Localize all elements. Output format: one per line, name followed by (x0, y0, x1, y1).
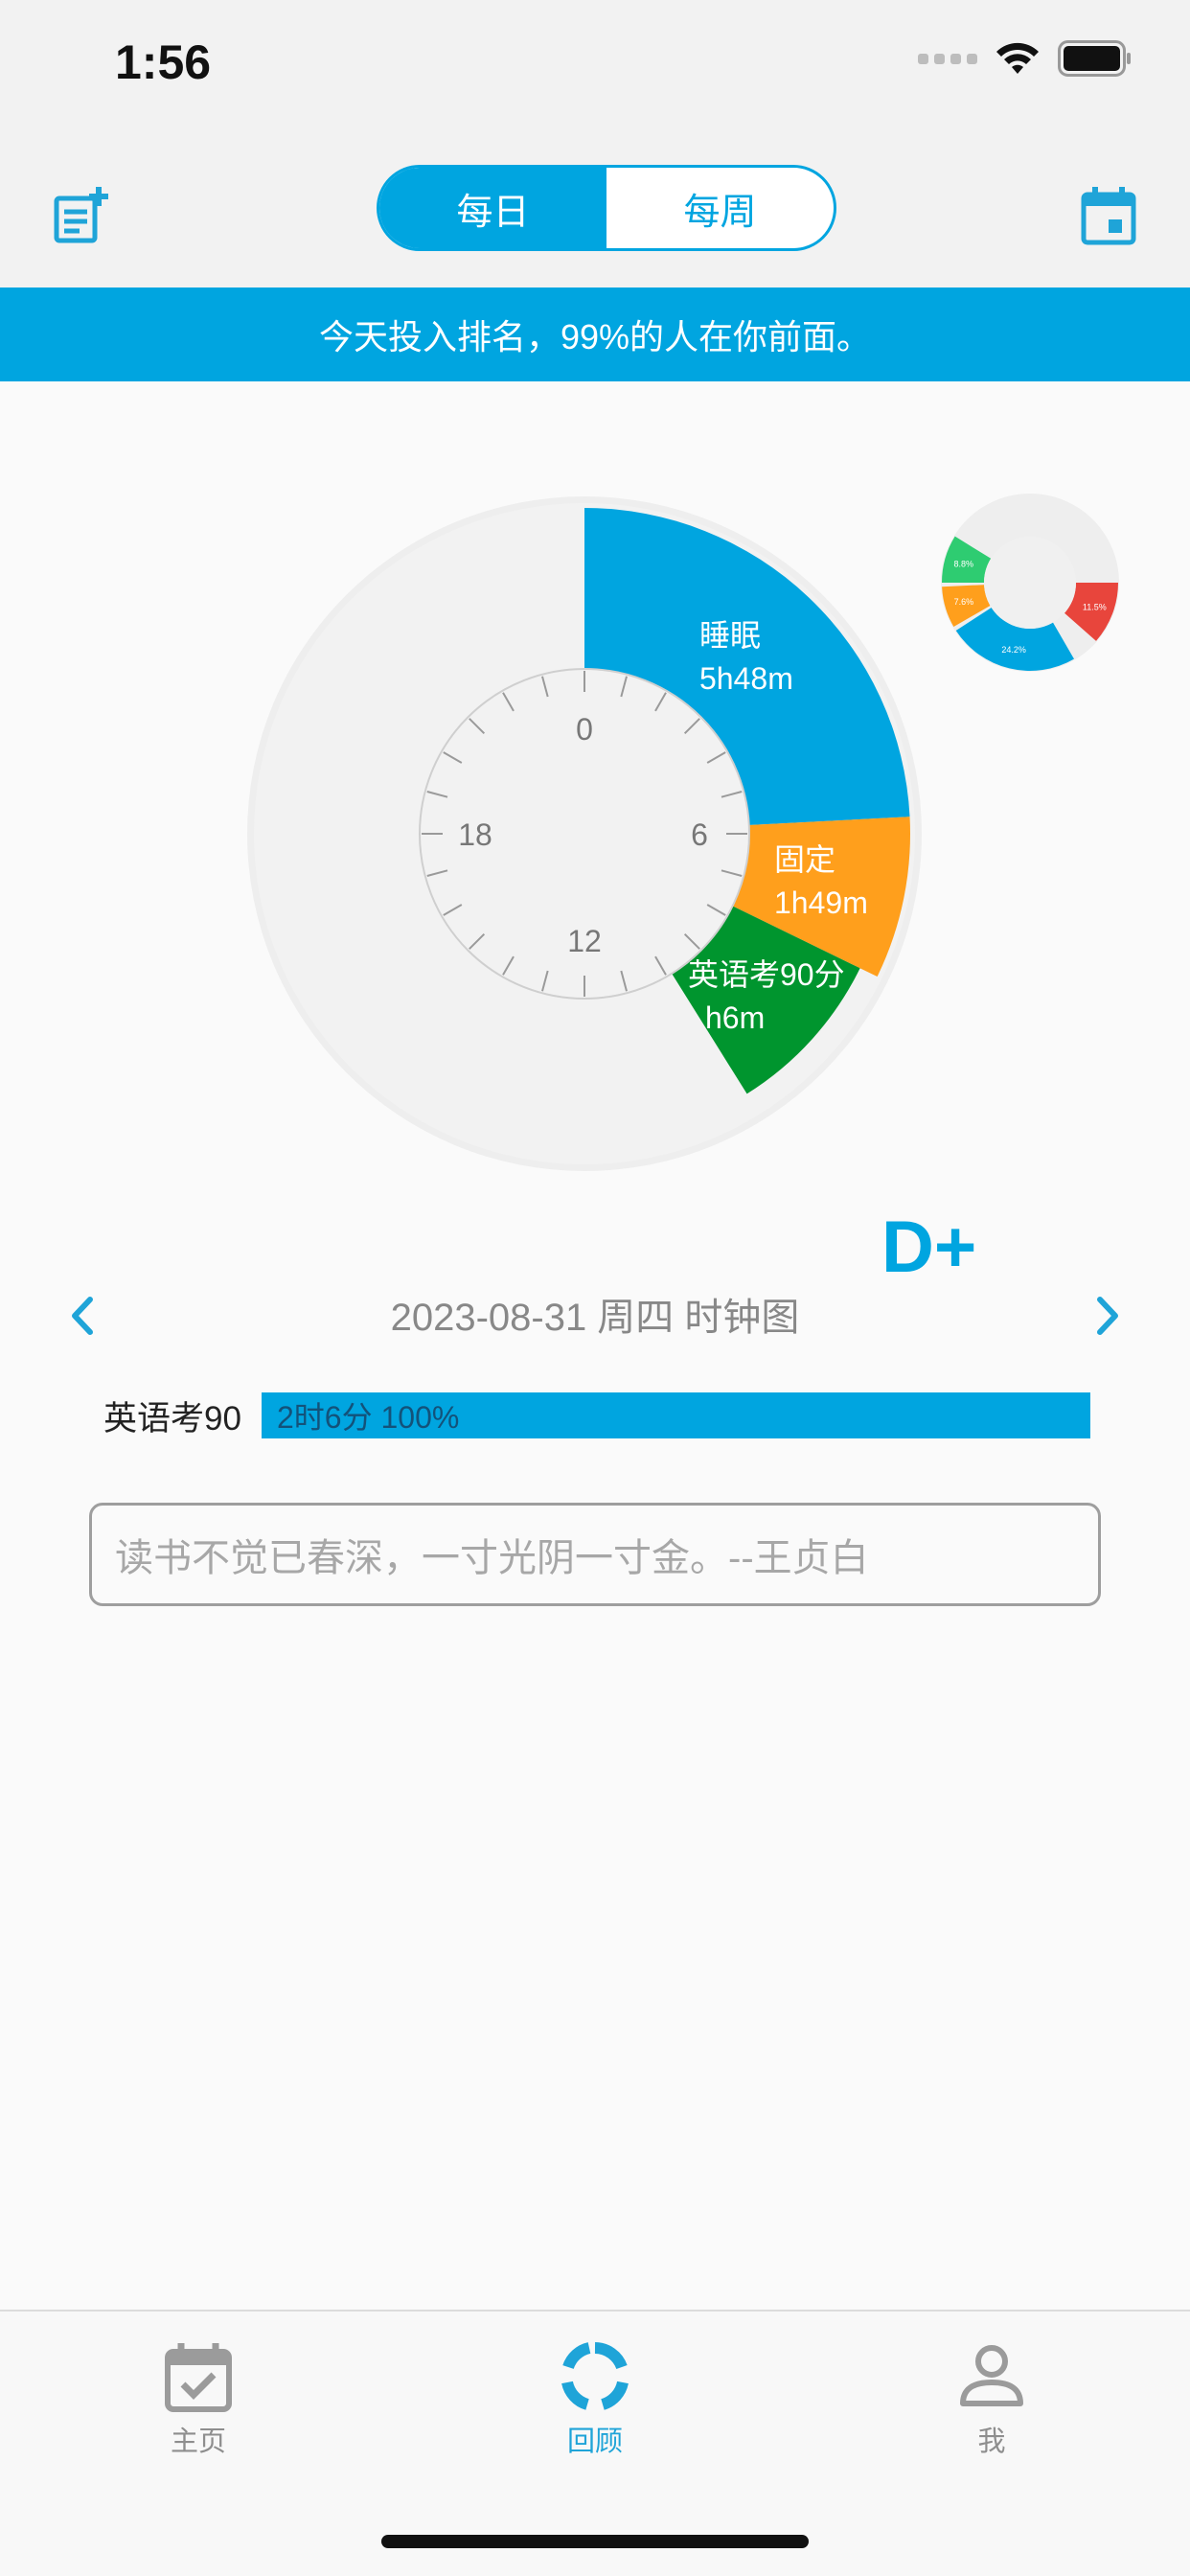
nav-bar: 每日 每周 (0, 144, 1190, 288)
calendar-check-icon (165, 2343, 232, 2412)
donut-slice-label: 11.5% (1083, 602, 1107, 611)
person-icon (960, 2345, 1023, 2406)
status-bar: 1:56 (0, 0, 1190, 144)
date-navigator: 2023-08-31 周四 时钟图 (0, 1263, 1190, 1359)
tab-review[interactable]: 回顾 (499, 2340, 691, 2459)
tab-review-label: 回顾 (566, 2426, 623, 2457)
donut-slice-label: 8.8% (953, 559, 973, 568)
cellular-signal-icon (918, 53, 977, 64)
segment-duration-sleep: 5h48m (699, 661, 793, 696)
calendar-icon (1081, 187, 1136, 245)
period-segmented-control: 每日 每周 (377, 165, 836, 251)
donut-slice-label: 7.6% (954, 597, 974, 607)
add-note-button[interactable] (43, 177, 120, 254)
home-indicator (381, 2535, 809, 2548)
status-icons (918, 40, 1133, 77)
segment-label-sleep: 睡眠 (699, 618, 761, 653)
wifi-icon (996, 42, 1039, 74)
tick-label-18: 18 (458, 817, 492, 852)
segment-label-english: 英语考90分 (688, 957, 845, 992)
next-day-button[interactable] (1080, 1282, 1137, 1349)
tab-me-label: 我 (977, 2426, 1006, 2457)
quote-box[interactable]: 读书不觉已春深，一寸光阴一寸金。--王贞白 (89, 1503, 1101, 1606)
quote-text: 读书不觉已春深，一寸光阴一寸金。--王贞白 (115, 1537, 869, 1579)
task-row[interactable]: 英语考90 2时6分 100% (103, 1392, 1090, 1439)
clock-chart-area: 0 6 12 18 睡眠 5h48m 固定 1h49m 英语考90分 h6m 1… (0, 381, 1190, 1225)
add-note-icon (54, 187, 108, 243)
calendar-button[interactable] (1070, 177, 1147, 254)
tick-label-12: 12 (567, 924, 602, 958)
review-ring-icon (561, 2342, 629, 2410)
tab-home-label: 主页 (170, 2426, 226, 2457)
segment-duration-english: h6m (705, 1000, 765, 1035)
tick-label-0: 0 (576, 712, 593, 747)
task-progress-text: 2时6分 100% (277, 1400, 460, 1435)
task-name: 英语考90 (103, 1399, 241, 1438)
donut-slice-label: 24.2% (1001, 645, 1026, 655)
status-time: 1:56 (115, 35, 212, 89)
tab-home[interactable]: 主页 (103, 2340, 294, 2459)
date-label: 2023-08-31 周四 时钟图 (390, 1297, 800, 1339)
tab-weekly[interactable]: 每周 (606, 168, 834, 248)
mini-donut-chart[interactable]: 11.5% 24.2% 7.6% 8.8% (934, 487, 1126, 678)
ranking-banner: 今天投入排名，99%的人在你前面。 (0, 288, 1190, 381)
battery-icon (1058, 40, 1131, 77)
tick-label-6: 6 (691, 817, 708, 852)
segment-label-fixed: 固定 (774, 842, 835, 877)
tab-me[interactable]: 我 (896, 2340, 1087, 2459)
segment-duration-fixed: 1h49m (774, 886, 868, 920)
task-progress-bar: 2时6分 100% (262, 1392, 1090, 1438)
chevron-right-icon (1097, 1297, 1118, 1335)
tab-daily[interactable]: 每日 (379, 168, 606, 248)
